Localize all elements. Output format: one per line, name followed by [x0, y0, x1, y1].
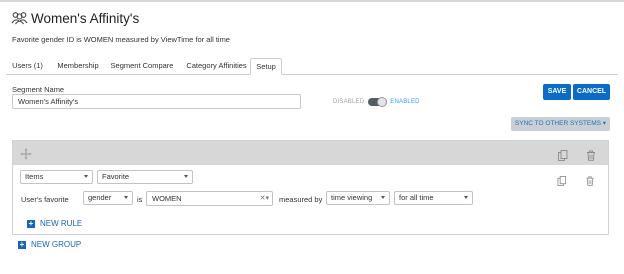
- tab-setup[interactable]: Setup: [250, 58, 282, 75]
- attribute-select[interactable]: gender: [83, 191, 133, 205]
- page-title: Women's Affinity's: [31, 10, 140, 26]
- chevron-down-icon: [381, 196, 385, 199]
- segment-name-label: Segment Name: [12, 85, 65, 94]
- rule-group-header: [13, 141, 608, 165]
- condition-prefix: User's favorite: [21, 195, 69, 204]
- copy-icon[interactable]: [558, 148, 568, 161]
- metric-select[interactable]: time viewing: [326, 191, 390, 205]
- rule-mode-select[interactable]: Favorite: [97, 170, 193, 184]
- new-rule-button[interactable]: + NEW RULE: [27, 219, 82, 228]
- metric-value: time viewing: [331, 193, 373, 202]
- enabled-toggle[interactable]: DISABLED ENABLED: [333, 97, 420, 107]
- toggle-enabled-label: ENABLED: [390, 99, 420, 105]
- tab-bar: Users (1) Membership Segment Compare Cat…: [6, 58, 618, 75]
- tab-segment-compare[interactable]: Segment Compare: [107, 58, 177, 75]
- plus-icon: +: [18, 239, 26, 249]
- tab-membership[interactable]: Membership: [52, 58, 104, 75]
- top-border: [0, 0, 624, 2]
- period-value: for all time: [399, 193, 434, 202]
- period-select[interactable]: for all time: [394, 191, 473, 205]
- chevron-down-icon: [124, 196, 128, 199]
- measured-by-label: measured by: [279, 195, 323, 204]
- trash-icon[interactable]: [586, 148, 596, 161]
- toggle-switch[interactable]: [368, 97, 388, 107]
- segment-name-input[interactable]: Women's Affinity's: [12, 94, 301, 109]
- chevron-down-icon: [84, 175, 88, 178]
- attribute-value: gender: [88, 193, 112, 202]
- group-icon: [11, 11, 28, 25]
- drag-handle-icon[interactable]: [20, 147, 32, 160]
- new-rule-label: NEW RULE: [40, 219, 83, 228]
- operator-label: is: [137, 195, 143, 204]
- chevron-down-icon: [184, 175, 188, 178]
- segment-title-row: Women's Affinity's: [11, 9, 139, 27]
- cancel-button[interactable]: CANCEL: [573, 84, 610, 100]
- chevron-down-icon: [464, 196, 468, 199]
- condition-value: WOMEN: [152, 194, 182, 203]
- delete-rule-icon[interactable]: [585, 173, 595, 186]
- clear-icon[interactable]: ✕▾: [260, 192, 269, 205]
- condition-value-input[interactable]: WOMEN ✕▾: [146, 191, 273, 206]
- segment-description: Favorite gender ID is WOMEN measured by …: [12, 35, 230, 44]
- save-button[interactable]: SAVE: [543, 84, 571, 100]
- toggle-disabled-label: DISABLED: [333, 99, 365, 105]
- plus-icon: +: [27, 218, 35, 228]
- rule-type-value: Items: [25, 172, 44, 181]
- toggle-knob: [377, 97, 388, 107]
- copy-rule-icon[interactable]: [557, 173, 567, 186]
- new-group-button[interactable]: + NEW GROUP: [18, 240, 81, 249]
- new-group-label: NEW GROUP: [31, 240, 82, 249]
- tab-users[interactable]: Users (1): [6, 58, 49, 75]
- rule-type-select[interactable]: Items: [20, 170, 93, 184]
- sync-to-other-systems-button[interactable]: SYNC TO OTHER SYSTEMS ▾: [511, 117, 610, 131]
- tab-category-affinities[interactable]: Category Affinities: [180, 58, 253, 75]
- rule-mode-value: Favorite: [102, 172, 130, 181]
- rule-group-panel: [12, 140, 609, 235]
